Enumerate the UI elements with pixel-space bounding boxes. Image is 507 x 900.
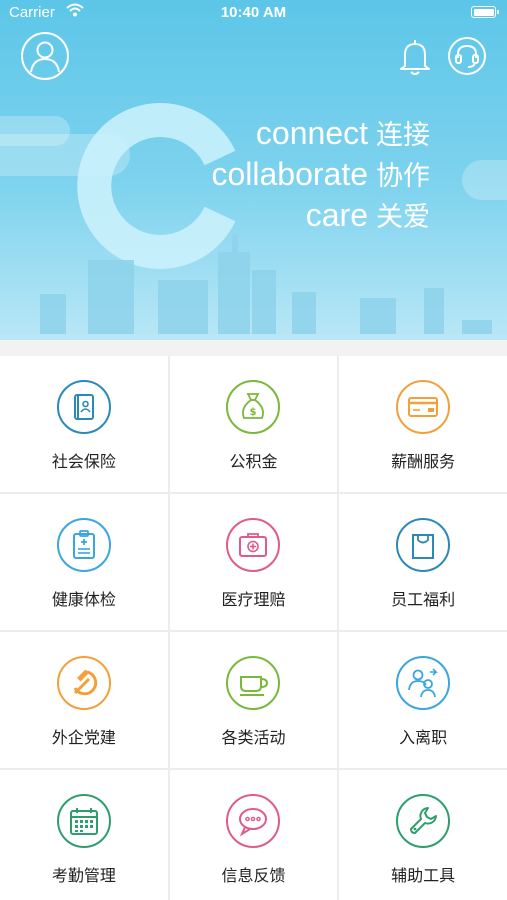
icon-ring: [56, 518, 111, 572]
city-skyline-illustration: [0, 234, 507, 340]
service-label: 健康体检: [51, 590, 116, 609]
service-label: 薪酬服务: [391, 452, 456, 471]
service-tools[interactable]: 辅助工具: [339, 770, 507, 900]
slogan-line: connect 连接: [180, 114, 430, 155]
service-label: 医疗理赔: [221, 590, 286, 609]
wrench-icon: [410, 807, 438, 834]
service-onboarding-offboarding[interactable]: 入离职: [339, 632, 507, 768]
cloud-decoration: [462, 160, 507, 200]
service-label: 辅助工具: [391, 866, 456, 885]
service-payroll[interactable]: 薪酬服务: [339, 356, 507, 492]
notification-button[interactable]: [396, 36, 434, 76]
slogan: connect 连接 collaborate 协作 care 关爱: [180, 114, 430, 237]
service-grid: 社会保险 $ 公积金 薪酬服务 健康体检 医疗理赔 员工福利 外企党建 各类活动…: [0, 356, 507, 900]
status-bar: Carrier 10:40 AM: [0, 0, 507, 26]
service-label: 信息反馈: [221, 866, 286, 885]
service-social-insurance[interactable]: 社会保险: [0, 356, 168, 492]
service-label: 员工福利: [391, 590, 456, 609]
service-housing-fund[interactable]: $ 公积金: [169, 356, 338, 492]
icon-ring: [396, 794, 451, 848]
customer-support-button[interactable]: [448, 37, 486, 75]
slogan-en: collaborate: [211, 156, 368, 192]
status-time: 10:40 AM: [220, 4, 287, 21]
icon-ring: [396, 656, 451, 710]
id-card-icon: [73, 394, 94, 420]
coffee-cup-icon: [240, 676, 269, 696]
svg-text:$: $: [250, 407, 257, 418]
avatar-button[interactable]: [21, 32, 69, 80]
icon-ring: [56, 656, 111, 710]
service-health-check[interactable]: 健康体检: [0, 494, 168, 630]
slogan-cn: 连接: [376, 120, 430, 151]
service-medical-claims[interactable]: 医疗理赔: [169, 494, 338, 630]
icon-ring: [226, 518, 281, 572]
icon-ring: $: [226, 380, 281, 434]
medical-kit-icon: [239, 533, 268, 557]
icon-ring: [226, 656, 281, 710]
calendar-icon: [69, 808, 98, 835]
people-transfer-icon: [408, 668, 439, 698]
slogan-line: collaborate 协作: [180, 155, 430, 196]
battery-icon: [471, 6, 499, 18]
icon-ring: [396, 380, 451, 434]
slogan-en: care: [305, 197, 368, 233]
bell-icon: [400, 40, 430, 75]
slogan-en: connect: [255, 115, 368, 151]
money-bag-icon: $: [242, 393, 265, 419]
service-label: 社会保险: [51, 452, 116, 471]
service-label: 外企党建: [51, 728, 116, 747]
service-label: 入离职: [399, 728, 448, 747]
icon-ring: [226, 794, 281, 848]
service-attendance[interactable]: 考勤管理: [0, 770, 168, 900]
service-employee-benefits[interactable]: 员工福利: [339, 494, 507, 630]
service-label: 公积金: [229, 452, 278, 471]
credit-card-icon: [408, 397, 439, 417]
chat-bubble-icon: [239, 808, 268, 837]
service-label: 考勤管理: [51, 866, 116, 885]
service-activities[interactable]: 各类活动: [169, 632, 338, 768]
slogan-cn: 关爱: [376, 202, 430, 233]
slogan-cn: 协作: [376, 161, 430, 192]
hero-banner: Carrier 10:40 AM connect 连接 collaborate …: [0, 0, 507, 340]
clipboard-icon: [72, 530, 95, 559]
user-avatar-icon: [30, 41, 60, 73]
service-feedback[interactable]: 信息反馈: [169, 770, 338, 900]
shopping-bag-icon: [412, 534, 435, 559]
hammer-sickle-icon: [73, 669, 97, 696]
service-label: 各类活动: [221, 728, 286, 747]
icon-ring: [56, 794, 111, 848]
icon-ring: [396, 518, 451, 572]
service-party-building[interactable]: 外企党建: [0, 632, 168, 768]
icon-ring: [56, 380, 111, 434]
headset-support-icon: [455, 44, 479, 68]
